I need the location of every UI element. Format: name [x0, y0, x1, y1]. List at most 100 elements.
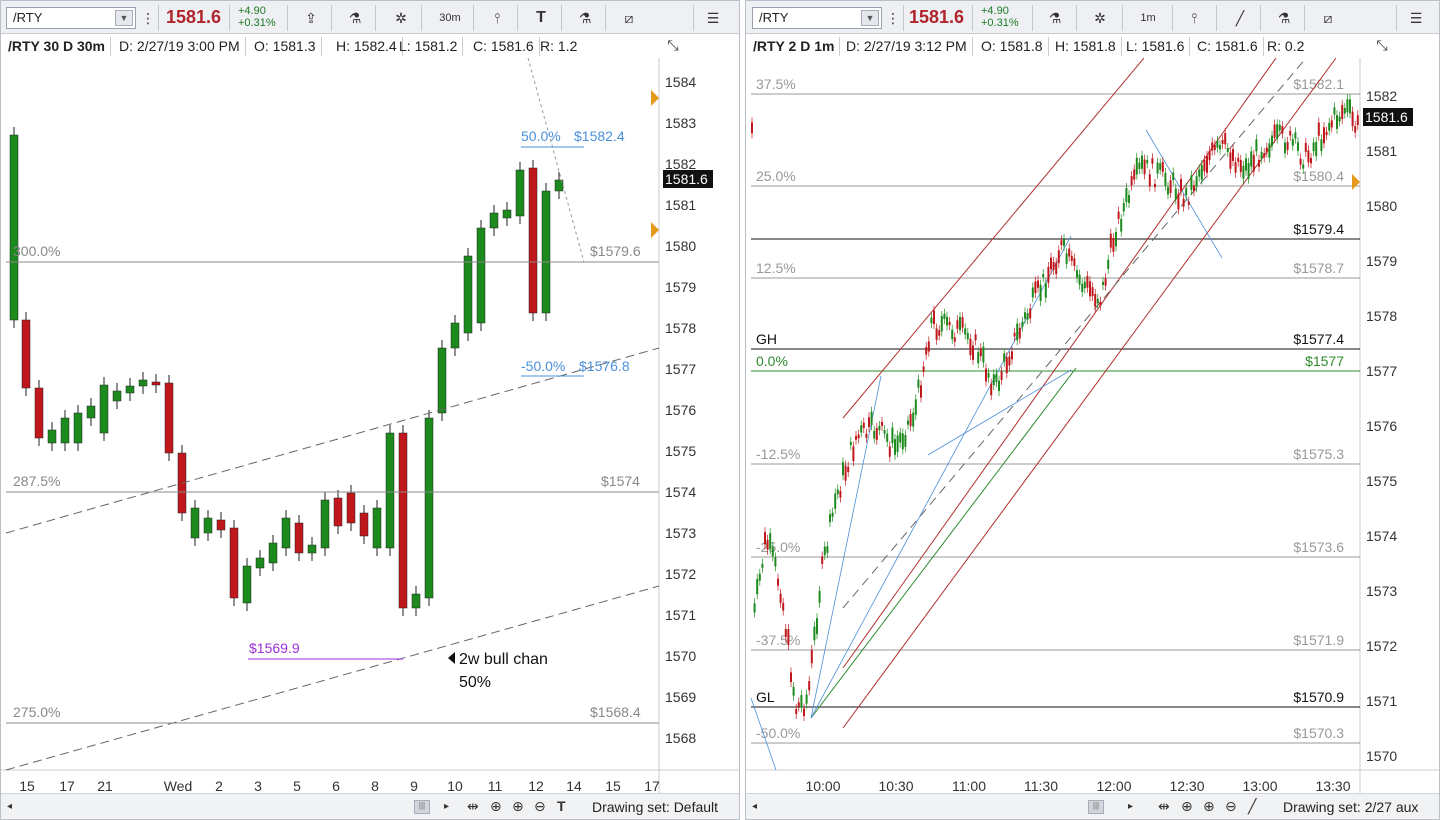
- right-candle: [813, 626, 816, 641]
- zoom-out-icon[interactable]: ⊖: [534, 798, 546, 815]
- left-candle: [320, 499, 330, 549]
- right-candle: [1159, 163, 1162, 170]
- link-icon[interactable]: ⋮: [886, 7, 900, 29]
- right-y-tick-label: 1575: [1366, 473, 1397, 489]
- left-candle: [489, 212, 499, 229]
- right-candle: [1273, 124, 1276, 138]
- right-candle: [795, 709, 798, 714]
- right-candle: [969, 338, 972, 356]
- studies-flask-icon[interactable]: ⚗: [1043, 7, 1067, 29]
- interval-button[interactable]: 30m: [433, 7, 467, 29]
- right-candle: [842, 462, 844, 476]
- right-candle: [761, 563, 764, 568]
- scroll-right-icon[interactable]: ▸: [444, 801, 449, 812]
- right-info-bar: /RTY 2 D 1m D: 2/27/19 3:12 PM O: 1581.8…: [746, 34, 1439, 58]
- left-candle: [203, 517, 213, 534]
- right-candle: [886, 433, 889, 442]
- settings-gear-icon[interactable]: ✲: [1088, 7, 1112, 29]
- right-candle: [922, 366, 925, 372]
- left-symbol-selector[interactable]: /RTY ▼: [6, 7, 136, 29]
- level-right-label: $1570.3: [1293, 725, 1344, 741]
- right-drawing-set[interactable]: Drawing set: 2/27 aux: [1283, 799, 1418, 815]
- flask-tool-icon[interactable]: ⚗: [573, 7, 597, 29]
- right-candle: [1336, 115, 1338, 129]
- right-x-tick-label: 13:00: [1242, 778, 1277, 794]
- left-drawing-set[interactable]: Drawing set: Default: [592, 799, 718, 815]
- right-candle: [1304, 143, 1307, 152]
- line-tool-icon[interactable]: ╱: [1228, 7, 1252, 29]
- right-price-chart[interactable]: 37.5% $1582.1 25.0% $1580.4 $1579.4 12.5% $157…: [746, 58, 1439, 795]
- level-right-label: $1582.1: [1293, 76, 1344, 92]
- right-change-pct: +0.31%: [981, 17, 1019, 29]
- right-symbol-selector[interactable]: /RTY ▼: [752, 7, 882, 29]
- pan-icon[interactable]: ⇹: [1158, 798, 1170, 815]
- right-candle: [1356, 115, 1359, 126]
- left-candle: [242, 565, 252, 604]
- text-tool-icon[interactable]: T: [529, 7, 553, 29]
- zoom-out-icon[interactable]: ⊖: [1225, 798, 1237, 815]
- right-y-tick-label: 1572: [1366, 638, 1397, 654]
- text-icon[interactable]: T: [557, 798, 566, 814]
- right-info-title: /RTY 2 D 1m: [748, 37, 841, 56]
- interval-button[interactable]: 1m: [1134, 7, 1162, 29]
- right-candle: [808, 681, 811, 691]
- drawing-tools-icon[interactable]: ⧄: [1316, 7, 1340, 29]
- right-candle: [831, 512, 834, 517]
- left-candle: [255, 557, 265, 569]
- scroll-left-icon[interactable]: ◂: [752, 801, 757, 812]
- right-candle: [953, 337, 956, 342]
- flask-tool-icon[interactable]: ⚗: [1272, 7, 1296, 29]
- right-candle: [758, 573, 761, 581]
- studies-flask-icon[interactable]: ⚗: [343, 7, 367, 29]
- right-candle: [1000, 371, 1003, 380]
- zoom-in-icon[interactable]: ⊕: [1203, 798, 1215, 815]
- left-symbol-text: /RTY: [13, 10, 43, 25]
- right-candle: [764, 532, 766, 545]
- menu-icon[interactable]: ☰: [1404, 7, 1428, 29]
- right-candle: [1198, 169, 1201, 177]
- left-x-tick-label: 15: [605, 778, 621, 794]
- chart-style-icon[interactable]: ⫯: [1182, 7, 1206, 29]
- share-icon[interactable]: ⇪: [299, 7, 323, 29]
- right-x-tick-label: 11:30: [1024, 778, 1058, 794]
- right-candle: [756, 578, 759, 595]
- right-candle: [1115, 232, 1117, 247]
- left-candle: [294, 522, 304, 554]
- right-candle: [925, 347, 928, 355]
- menu-icon[interactable]: ☰: [701, 7, 725, 29]
- zoom-in-icon[interactable]: ⊕: [512, 798, 524, 815]
- scroll-left-icon[interactable]: ◂: [7, 801, 12, 812]
- right-change: +4.90: [981, 5, 1009, 17]
- up50-label: 50.0%: [521, 128, 561, 144]
- crosshair-icon[interactable]: ⊕: [490, 798, 502, 815]
- right-candle: [1102, 281, 1104, 285]
- left-x-tick-label: 17: [59, 778, 75, 794]
- right-candle: [873, 430, 876, 439]
- scroll-thumb[interactable]: |||: [414, 800, 430, 814]
- crosshair-icon[interactable]: ⊕: [1181, 798, 1193, 815]
- right-candle: [992, 374, 995, 386]
- pan-icon[interactable]: ⇹: [467, 798, 479, 815]
- right-candle: [912, 412, 915, 427]
- right-candle: [917, 379, 920, 388]
- chevron-down-icon[interactable]: ▼: [115, 10, 133, 26]
- right-candle: [849, 441, 852, 446]
- link-icon[interactable]: ⋮: [141, 7, 155, 29]
- line-icon[interactable]: ╱: [1248, 798, 1256, 815]
- collapse-icon[interactable]: ⤡: [1370, 34, 1394, 56]
- left-bottom-bar: ◂ ||| ▸ ⇹ ⊕ ⊕ ⊖ T Drawing set: Default: [1, 793, 739, 819]
- chevron-down-icon[interactable]: ▼: [861, 10, 879, 26]
- right-candle: [875, 428, 878, 440]
- right-candle: [1211, 142, 1214, 151]
- right-candle: [829, 514, 831, 523]
- scroll-right-icon[interactable]: ▸: [1128, 801, 1133, 812]
- left-x-tick-label: Wed: [164, 778, 193, 794]
- left-price-chart[interactable]: 300.0% $1579.6 287.5% $1574 275.0% $1568…: [1, 58, 739, 795]
- settings-gear-icon[interactable]: ✲: [389, 7, 413, 29]
- scroll-thumb[interactable]: |||: [1088, 800, 1104, 814]
- chart-style-icon[interactable]: ⫯: [485, 7, 509, 29]
- collapse-icon[interactable]: ⤡: [661, 34, 685, 56]
- drawing-tools-icon[interactable]: ⧄: [617, 7, 641, 29]
- right-candle: [1333, 107, 1336, 115]
- left-chart-panel: /RTY ▼ ⋮ 1581.6 +4.90 +0.31% ⇪ ⚗ ✲ 30m ⫯…: [0, 0, 740, 820]
